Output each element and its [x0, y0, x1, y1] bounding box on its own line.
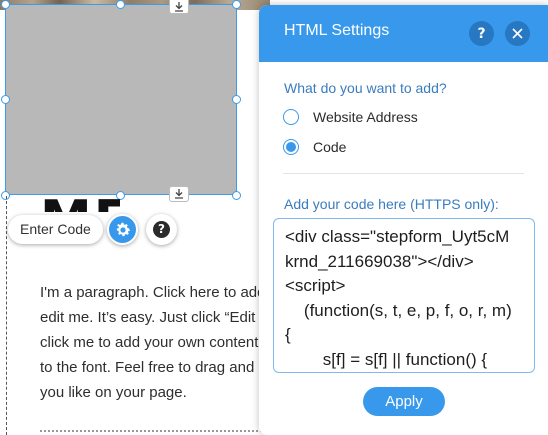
html-settings-panel: HTML Settings ? What do you want to add?… — [259, 5, 548, 435]
html-embed-placeholder[interactable] — [5, 4, 237, 195]
panel-title: HTML Settings — [284, 22, 390, 39]
resize-handle-top[interactable] — [116, 0, 125, 9]
alignment-guide — [6, 196, 7, 435]
panel-divider — [283, 173, 524, 174]
code-input-label: Add your code here (HTTPS only): — [284, 196, 499, 212]
title-text: ME — [40, 194, 120, 212]
resize-handle-top-right[interactable] — [232, 0, 241, 9]
resize-handle-bottom-right[interactable] — [232, 191, 241, 200]
resize-handle-left[interactable] — [1, 95, 10, 104]
radio-website-address[interactable] — [283, 109, 299, 125]
gear-icon — [116, 222, 130, 236]
panel-header: HTML Settings ? — [259, 5, 548, 62]
paragraph-line: you like on your page. — [40, 384, 187, 401]
close-icon — [512, 28, 523, 39]
option-code[interactable]: Code — [283, 138, 346, 156]
radio-selected-dot — [286, 142, 296, 152]
resize-handle-right[interactable] — [232, 95, 241, 104]
paragraph-line: click me to add your own content and mak… — [40, 334, 270, 351]
resize-handle-top-left[interactable] — [1, 0, 10, 9]
option-label: Code — [313, 139, 347, 155]
radio-code[interactable] — [283, 139, 299, 155]
page-title-fragment: ME — [40, 182, 120, 212]
help-icon: ? — [153, 221, 170, 238]
stretch-bottom-button[interactable] — [169, 186, 189, 202]
paragraph-line: I'm a paragraph. Click here to add your … — [40, 284, 270, 301]
help-circle-icon: ? — [477, 25, 486, 42]
paragraph-line: to the font. Feel free to drag and drop … — [40, 359, 270, 376]
what-to-add-label: What do you want to add? — [284, 80, 447, 96]
panel-help-button[interactable]: ? — [469, 21, 494, 46]
stretch-top-button[interactable] — [169, 0, 189, 14]
option-website-address[interactable]: Website Address — [283, 108, 418, 126]
paragraph-text[interactable]: I'm a paragraph. Click here to add your … — [40, 280, 270, 405]
code-scrollbar[interactable] — [527, 227, 531, 287]
panel-close-button[interactable] — [505, 21, 530, 46]
enter-code-button[interactable]: Enter Code — [8, 215, 103, 244]
settings-button[interactable] — [107, 214, 138, 245]
apply-button[interactable]: Apply — [363, 387, 445, 416]
section-divider — [40, 430, 270, 432]
code-textarea[interactable]: <div class="stepform_Uyt5cMkrnd_21166903… — [273, 218, 535, 373]
download-icon — [175, 189, 183, 199]
help-button[interactable]: ? — [146, 214, 177, 245]
code-text: <div class="stepform_Uyt5cMkrnd_21166903… — [285, 227, 512, 369]
paragraph-line: edit me. It’s easy. Just click “Edit Tex… — [40, 309, 270, 326]
option-label: Website Address — [313, 109, 418, 125]
download-icon — [175, 1, 183, 12]
